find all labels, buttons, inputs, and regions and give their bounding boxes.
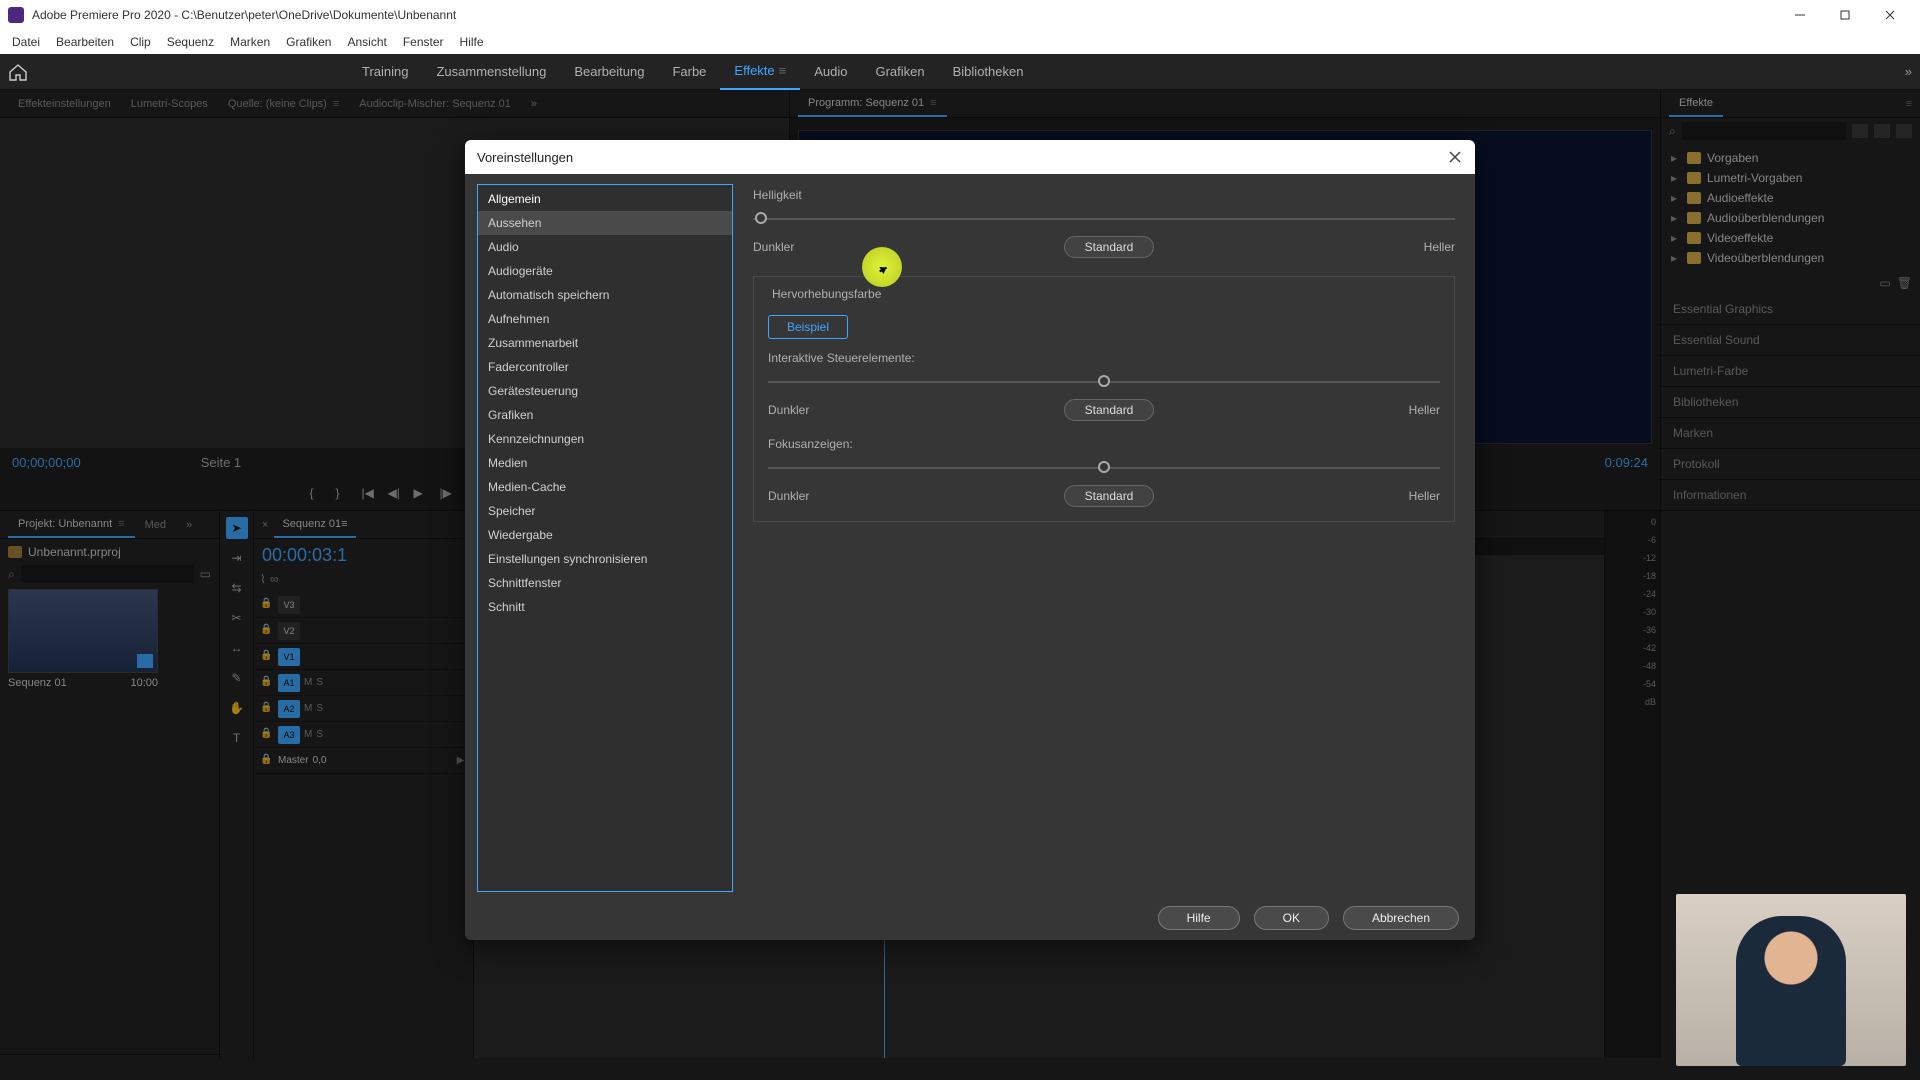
window-close-button[interactable]: [1867, 0, 1912, 30]
pref-medien[interactable]: Medien: [478, 451, 732, 475]
pref-zusammenarbeit[interactable]: Zusammenarbeit: [478, 331, 732, 355]
home-icon[interactable]: [8, 63, 28, 81]
menu-bar: Datei Bearbeiten Clip Sequenz Marken Gra…: [0, 30, 1920, 54]
brightness-slider-thumb[interactable]: [755, 212, 767, 224]
brightness-standard-button[interactable]: Standard: [1064, 236, 1155, 258]
preferences-dialog: Voreinstellungen Allgemein Aussehen Audi…: [465, 140, 1475, 940]
highlight-label: Hervorhebungsfarbe: [768, 287, 885, 301]
webcam-overlay: [1676, 894, 1906, 1066]
workspace-effekte-label: Effekte: [734, 63, 774, 78]
focus-slider[interactable]: [768, 457, 1440, 481]
ok-button[interactable]: OK: [1254, 906, 1329, 930]
cursor-highlight: [862, 247, 902, 287]
interactive-label: Interaktive Steuerelemente:: [768, 351, 1440, 365]
focus-standard-button[interactable]: Standard: [1064, 485, 1155, 507]
menu-datei[interactable]: Datei: [4, 35, 48, 49]
brightness-dark-label: Dunkler: [753, 240, 794, 254]
interactive-standard-button[interactable]: Standard: [1064, 399, 1155, 421]
dialog-close-button[interactable]: [1447, 149, 1463, 165]
help-button[interactable]: Hilfe: [1158, 906, 1240, 930]
workspace-audio[interactable]: Audio: [800, 54, 861, 90]
cursor-icon: [879, 264, 888, 274]
pref-audio[interactable]: Audio: [478, 235, 732, 259]
workspace-overflow-icon[interactable]: »: [1905, 64, 1912, 79]
menu-hilfe[interactable]: Hilfe: [452, 35, 492, 49]
window-title-bar: Adobe Premiere Pro 2020 - C:\Benutzer\pe…: [0, 0, 1920, 30]
window-title: Adobe Premiere Pro 2020 - C:\Benutzer\pe…: [32, 8, 1777, 22]
pref-audiogeraete[interactable]: Audiogeräte: [478, 259, 732, 283]
menu-clip[interactable]: Clip: [122, 35, 159, 49]
pref-geraetesteuerung[interactable]: Gerätesteuerung: [478, 379, 732, 403]
pref-fadercontroller[interactable]: Fadercontroller: [478, 355, 732, 379]
pref-kennzeichnungen[interactable]: Kennzeichnungen: [478, 427, 732, 451]
pref-aufnehmen[interactable]: Aufnehmen: [478, 307, 732, 331]
workspace-grafiken[interactable]: Grafiken: [861, 54, 938, 90]
pref-medien-cache[interactable]: Medien-Cache: [478, 475, 732, 499]
brightness-slider[interactable]: [753, 208, 1455, 232]
brightness-light-label: Heller: [1424, 240, 1455, 254]
dialog-title: Voreinstellungen: [477, 150, 573, 165]
example-button[interactable]: Beispiel: [768, 315, 848, 339]
maximize-button[interactable]: [1822, 0, 1867, 30]
focus-dark-label: Dunkler: [768, 489, 809, 503]
workspace-bar: Training Zusammenstellung Bearbeitung Fa…: [0, 54, 1920, 90]
focus-label: Fokusanzeigen:: [768, 437, 1440, 451]
workspace-bibliotheken[interactable]: Bibliotheken: [939, 54, 1038, 90]
interactive-dark-label: Dunkler: [768, 403, 809, 417]
pref-einstellungen-sync[interactable]: Einstellungen synchronisieren: [478, 547, 732, 571]
menu-marken[interactable]: Marken: [222, 35, 278, 49]
menu-fenster[interactable]: Fenster: [395, 35, 452, 49]
pref-schnittfenster[interactable]: Schnittfenster: [478, 571, 732, 595]
menu-bearbeiten[interactable]: Bearbeiten: [48, 35, 122, 49]
pref-allgemein[interactable]: Allgemein: [478, 187, 732, 211]
preferences-sidebar: Allgemein Aussehen Audio Audiogeräte Aut…: [477, 184, 733, 892]
menu-ansicht[interactable]: Ansicht: [339, 35, 394, 49]
focus-slider-thumb[interactable]: [1098, 461, 1110, 473]
workspace-menu-icon[interactable]: ≡: [779, 63, 787, 78]
pref-grafiken[interactable]: Grafiken: [478, 403, 732, 427]
workspace-training[interactable]: Training: [348, 54, 422, 90]
pref-aussehen[interactable]: Aussehen: [478, 211, 732, 235]
pref-speicher[interactable]: Speicher: [478, 499, 732, 523]
workspace-zusammenstellung[interactable]: Zusammenstellung: [422, 54, 560, 90]
workspace-effekte[interactable]: Effekte ≡: [720, 54, 800, 90]
pref-autospeichern[interactable]: Automatisch speichern: [478, 283, 732, 307]
workspace-bearbeitung[interactable]: Bearbeitung: [560, 54, 658, 90]
interactive-slider[interactable]: [768, 371, 1440, 395]
app-icon: [8, 7, 24, 23]
menu-grafiken[interactable]: Grafiken: [278, 35, 339, 49]
brightness-label: Helligkeit: [753, 188, 1455, 202]
pref-schnitt[interactable]: Schnitt: [478, 595, 732, 619]
focus-light-label: Heller: [1409, 489, 1440, 503]
interactive-slider-thumb[interactable]: [1098, 375, 1110, 387]
pref-wiedergabe[interactable]: Wiedergabe: [478, 523, 732, 547]
interactive-light-label: Heller: [1409, 403, 1440, 417]
workspace-farbe[interactable]: Farbe: [658, 54, 720, 90]
menu-sequenz[interactable]: Sequenz: [159, 35, 222, 49]
cancel-button[interactable]: Abbrechen: [1343, 906, 1459, 930]
minimize-button[interactable]: [1777, 0, 1822, 30]
